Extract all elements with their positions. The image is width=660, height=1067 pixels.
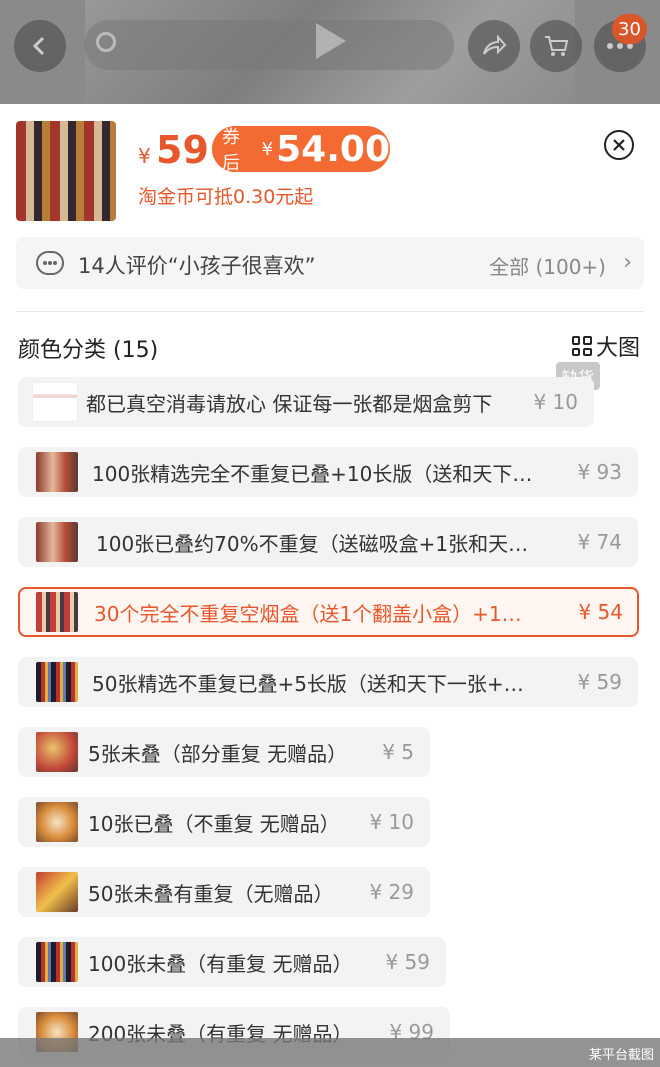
play-button[interactable] — [280, 6, 380, 76]
coupon-currency: ¥ — [261, 138, 274, 160]
grid-icon — [571, 336, 592, 356]
sku-thumbnail — [36, 732, 78, 772]
sku-thumbnail — [36, 592, 78, 632]
back-arrow-icon — [32, 36, 45, 56]
sku-price: ¥ 74 — [577, 530, 622, 554]
sku-price: ¥ 59 — [577, 670, 622, 694]
sku-price: ¥ 59 — [385, 950, 430, 974]
review-text: 14人评价“小孩子很喜欢” — [78, 254, 316, 278]
cart-count-badge: 30 — [612, 14, 647, 44]
cart-button[interactable] — [530, 20, 582, 72]
sku-thumbnail — [32, 382, 78, 422]
sku-label: 100张未叠（有重复 无赠品） — [88, 951, 353, 976]
product-thumbnail[interactable] — [16, 121, 116, 221]
sku-option[interactable]: 100张精选完全不重复已叠+10长版（送和天下… ¥ 93 — [18, 447, 638, 497]
sku-selector-sheet: ¥ 59 券后 ¥ 54.00 淘金币可抵0.30元起 14人评价“小孩子很喜欢… — [0, 104, 660, 1067]
sku-thumbnail — [36, 802, 78, 842]
sku-label: 10张已叠（不重复 无赠品） — [88, 811, 340, 836]
play-icon — [316, 23, 346, 59]
share-button[interactable] — [468, 20, 520, 72]
sku-price: ¥ 5 — [382, 740, 414, 764]
sku-thumbnail — [36, 522, 78, 562]
search-icon — [96, 32, 116, 52]
color-category-title: 颜色分类 (15) — [18, 338, 159, 363]
sku-label: 5张未叠（部分重复 无赠品） — [88, 741, 348, 766]
coupon-label: 券后 — [222, 127, 240, 174]
sku-price: ¥ 54 — [578, 600, 623, 624]
sku-price: ¥ 29 — [369, 880, 414, 904]
taojinbi-note: 淘金币可抵0.30元起 — [138, 186, 314, 208]
chevron-right-icon: › — [623, 250, 632, 275]
sku-option[interactable]: 5张未叠（部分重复 无赠品） ¥ 5 — [18, 727, 430, 777]
coupon-price-badge: 券后 ¥ 54.00 — [212, 126, 390, 174]
divider — [16, 311, 644, 312]
sku-label: 50张精选不重复已叠+5长版（送和天下一张+… — [92, 671, 524, 696]
sku-price: ¥ 93 — [577, 460, 622, 484]
big-image-toggle[interactable]: 大图 — [571, 330, 640, 362]
search-input[interactable] — [84, 20, 454, 70]
top-bar: 30 — [0, 0, 660, 104]
coupon-price: 54.00 — [276, 128, 390, 170]
watermark-text: 某平台截图 — [588, 1048, 654, 1063]
sku-thumbnail — [36, 872, 78, 912]
sku-option[interactable]: 100张未叠（有重复 无赠品） ¥ 59 — [18, 937, 446, 987]
comment-icon — [36, 251, 64, 275]
sku-option[interactable]: 都已真空消毒请放心 保证每一张都是烟盒剪下 ¥ 10 — [18, 377, 594, 427]
sku-label: 都已真空消毒请放心 保证每一张都是烟盒剪下 — [86, 391, 493, 416]
sku-price: ¥ 10 — [369, 810, 414, 834]
sku-thumbnail — [36, 662, 78, 702]
cart-icon — [545, 36, 569, 56]
back-button[interactable] — [14, 20, 66, 72]
sku-label: 30个完全不重复空烟盒（送1个翻盖小盒）+1… — [94, 601, 522, 626]
sku-option[interactable]: 50张精选不重复已叠+5长版（送和天下一张+… ¥ 59 — [18, 657, 638, 707]
sku-option[interactable]: 50张未叠有重复（无赠品） ¥ 29 — [18, 867, 430, 917]
sku-price: ¥ 10 — [533, 390, 578, 414]
watermark-bar: 某平台截图 — [0, 1038, 660, 1067]
share-icon — [483, 35, 507, 55]
close-icon — [613, 139, 625, 151]
price-currency: ¥ — [138, 144, 151, 168]
sku-label: 100张已叠约70%不重复（送磁吸盒+1张和天… — [96, 531, 529, 556]
review-summary-bar[interactable]: 14人评价“小孩子很喜欢” 全部 (100+) › — [16, 237, 644, 289]
sku-label: 50张未叠有重复（无赠品） — [88, 881, 334, 906]
sku-label: 100张精选完全不重复已叠+10长版（送和天下… — [92, 461, 533, 486]
review-all-link[interactable]: 全部 (100+) — [489, 251, 606, 280]
price-value: 59 — [156, 128, 209, 172]
close-button[interactable] — [604, 130, 634, 160]
big-image-label: 大图 — [595, 336, 640, 361]
sku-option[interactable]: 100张已叠约70%不重复（送磁吸盒+1张和天… ¥ 74 — [18, 517, 638, 567]
sku-option-selected[interactable]: 30个完全不重复空烟盒（送1个翻盖小盒）+1… ¥ 54 — [18, 587, 639, 637]
sku-option[interactable]: 10张已叠（不重复 无赠品） ¥ 10 — [18, 797, 430, 847]
sku-thumbnail — [36, 452, 78, 492]
sku-thumbnail — [36, 942, 78, 982]
